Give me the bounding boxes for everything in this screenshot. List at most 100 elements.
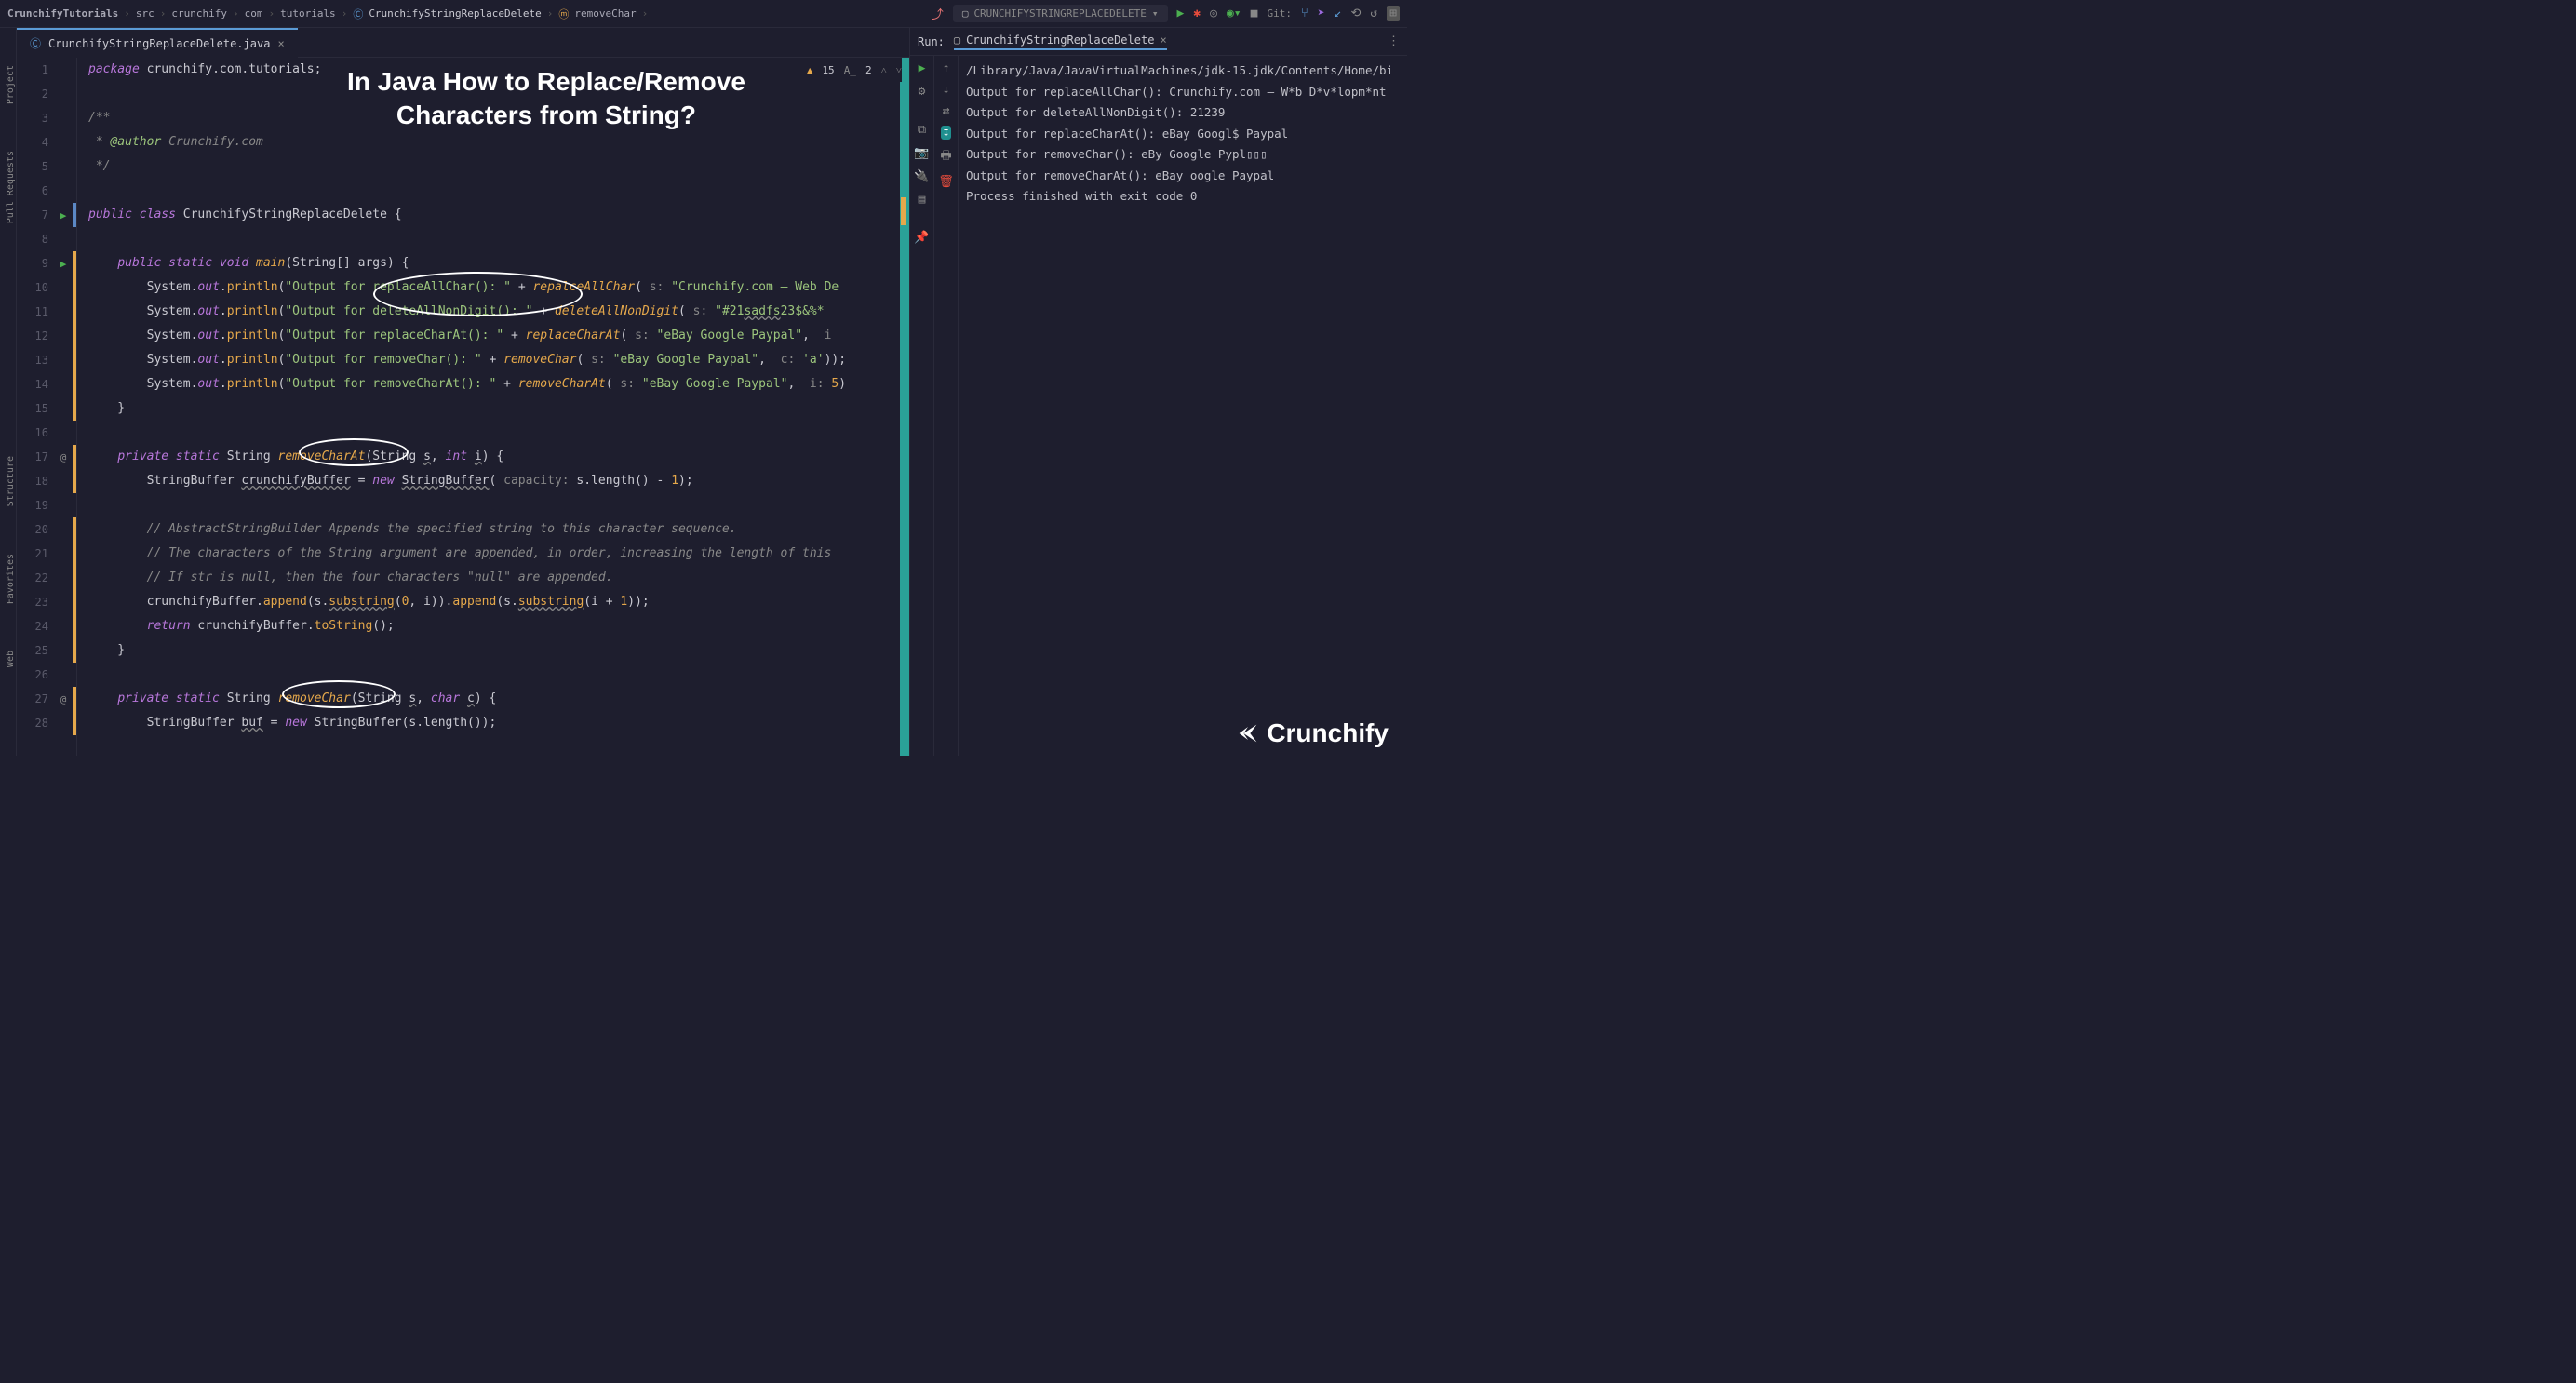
breadcrumb-item[interactable]: CrunchifyStringReplaceDelete [369,7,541,20]
web-tool-tab[interactable]: Web [0,651,16,667]
gutter-row[interactable]: 8 [17,227,76,251]
exit-icon[interactable]: 🔌 [914,169,929,183]
gutter-row[interactable]: 2 [17,82,76,106]
git-revert-icon[interactable]: ↺ [1370,7,1377,20]
build-icon[interactable]: ⤴ [932,5,944,22]
run-panel-tab[interactable]: ▢ CrunchifyStringReplaceDelete × [954,34,1167,50]
gutter-row[interactable]: 4 [17,130,76,154]
gutter-row[interactable]: 22 [17,566,76,590]
layout-icon[interactable]: ▤ [919,193,926,207]
scroll-up-icon[interactable]: ↑ [943,61,950,75]
git-push-icon[interactable]: ➤ [1318,7,1325,20]
breadcrumb-item[interactable]: removeChar [574,7,636,20]
scroll-to-end-icon[interactable]: ↧ [941,126,952,140]
gutter-row[interactable]: 24 [17,614,76,638]
gutter-row[interactable]: 28 [17,711,76,735]
gutter-icon[interactable]: @ [54,451,73,463]
code-line[interactable]: System.out.println("Output for replaceCh… [77,324,909,348]
code-line[interactable]: System.out.println("Output for deleteAll… [77,300,909,324]
pull-requests-tool-tab[interactable]: Pull Requests [0,151,16,223]
project-tool-tab[interactable]: Project [0,65,16,104]
gutter-row[interactable]: 26 [17,663,76,687]
code-line[interactable] [77,179,909,203]
editor-scrollbar[interactable] [900,58,909,756]
search-everywhere-icon[interactable]: ⊞ [1387,6,1400,21]
gutter-row[interactable]: 16 [17,421,76,445]
code-line[interactable]: * @author Crunchify.com [77,130,909,154]
gutter-row[interactable]: 17@ [17,445,76,469]
gutter-row[interactable]: 5 [17,154,76,179]
run-config-selector[interactable]: ▢ CRUNCHIFYSTRINGREPLACEDELETE ▾ [953,5,1168,22]
close-icon[interactable]: × [1160,34,1166,47]
breadcrumb-item[interactable]: CrunchifyTutorials [7,7,118,20]
breadcrumb-item[interactable]: com [245,7,263,20]
code-line[interactable] [77,421,909,445]
code-line[interactable]: } [77,638,909,663]
gutter-row[interactable]: 10 [17,275,76,300]
gutter-row[interactable]: 18 [17,469,76,493]
code-line[interactable]: public class CrunchifyStringReplaceDelet… [77,203,909,227]
scroll-down-icon[interactable]: ↓ [943,83,950,97]
code-line[interactable]: /** [77,106,909,130]
gutter-row[interactable]: 6 [17,179,76,203]
clear-all-icon[interactable]: 🗑 [938,175,954,189]
code-line[interactable]: private static String removeCharAt(Strin… [77,445,909,469]
debug-icon[interactable]: ✱ [1193,7,1201,20]
gutter-row[interactable]: 9▶ [17,251,76,275]
console-output[interactable]: /Library/Java/JavaVirtualMachines/jdk-15… [959,56,1407,756]
gutter-row[interactable]: 14 [17,372,76,396]
gutter-row[interactable]: 15 [17,396,76,421]
git-branch-icon[interactable]: ⑂ [1301,7,1308,20]
code-line[interactable] [77,227,909,251]
git-history-icon[interactable]: ⟲ [1350,7,1361,20]
code-line[interactable]: crunchifyBuffer.append(s.substring(0, i)… [77,590,909,614]
code-line[interactable]: package crunchify.com.tutorials; [77,58,909,82]
code-line[interactable]: StringBuffer buf = new StringBuffer(s.le… [77,711,909,735]
favorites-tool-tab[interactable]: Favorites [0,554,16,604]
code-line[interactable] [77,493,909,517]
gutter-row[interactable]: 20 [17,517,76,542]
gutter-row[interactable]: 13 [17,348,76,372]
prev-highlight-icon[interactable]: ˄ [881,64,887,76]
run-icon[interactable]: ▶ [1177,7,1185,20]
breadcrumb-item[interactable]: tutorials [280,7,336,20]
code-line[interactable]: System.out.println("Output for removeCha… [77,372,909,396]
code-line[interactable]: public static void main(String[] args) { [77,251,909,275]
settings-icon[interactable]: ⚙ [919,85,926,99]
editor-tab[interactable]: Ⓒ CrunchifyStringReplaceDelete.java × [17,28,298,58]
more-icon[interactable]: ⋮ [1388,34,1400,48]
gutter-row[interactable]: 23 [17,590,76,614]
code-line[interactable]: // AbstractStringBuilder Appends the spe… [77,517,909,542]
code-line[interactable]: // The characters of the String argument… [77,542,909,566]
gutter-row[interactable]: 1 [17,58,76,82]
gutter-icon[interactable]: ▶ [54,258,73,270]
git-update-icon[interactable]: ↙ [1335,7,1342,20]
gutter-row[interactable]: 7▶ [17,203,76,227]
code-line[interactable]: StringBuffer crunchifyBuffer = new Strin… [77,469,909,493]
gutter-row[interactable]: 3 [17,106,76,130]
code-line[interactable]: } [77,396,909,421]
next-highlight-icon[interactable]: ˅ [896,64,902,76]
camera-icon[interactable]: 📷 [914,146,929,160]
breadcrumb-item[interactable]: crunchify [171,7,227,20]
breadcrumb-item[interactable]: src [136,7,154,20]
code-line[interactable]: System.out.println("Output for removeCha… [77,348,909,372]
gutter-icon[interactable]: ▶ [54,209,73,222]
code-line[interactable]: private static String removeChar(String … [77,687,909,711]
gutter-icon[interactable]: @ [54,693,73,705]
pin-icon[interactable]: 📌 [914,231,929,245]
code-line[interactable]: */ [77,154,909,179]
code-line[interactable]: // If str is null, then the four charact… [77,566,909,590]
soft-wrap-icon[interactable]: ⇄ [943,104,950,118]
close-icon[interactable]: × [277,37,284,50]
inspections-widget[interactable]: ▲15 A̲2 ˄ ˅ [799,58,902,82]
code-line[interactable] [77,663,909,687]
code-line[interactable] [77,82,909,106]
print-icon[interactable]: 🖶 [940,147,951,168]
gutter-row[interactable]: 11 [17,300,76,324]
gutter-row[interactable]: 21 [17,542,76,566]
gutter-row[interactable]: 27@ [17,687,76,711]
coverage-icon[interactable]: ◎ [1210,7,1217,20]
structure-tool-tab[interactable]: Structure [0,456,16,506]
stop-icon[interactable]: ■ [1251,7,1258,20]
